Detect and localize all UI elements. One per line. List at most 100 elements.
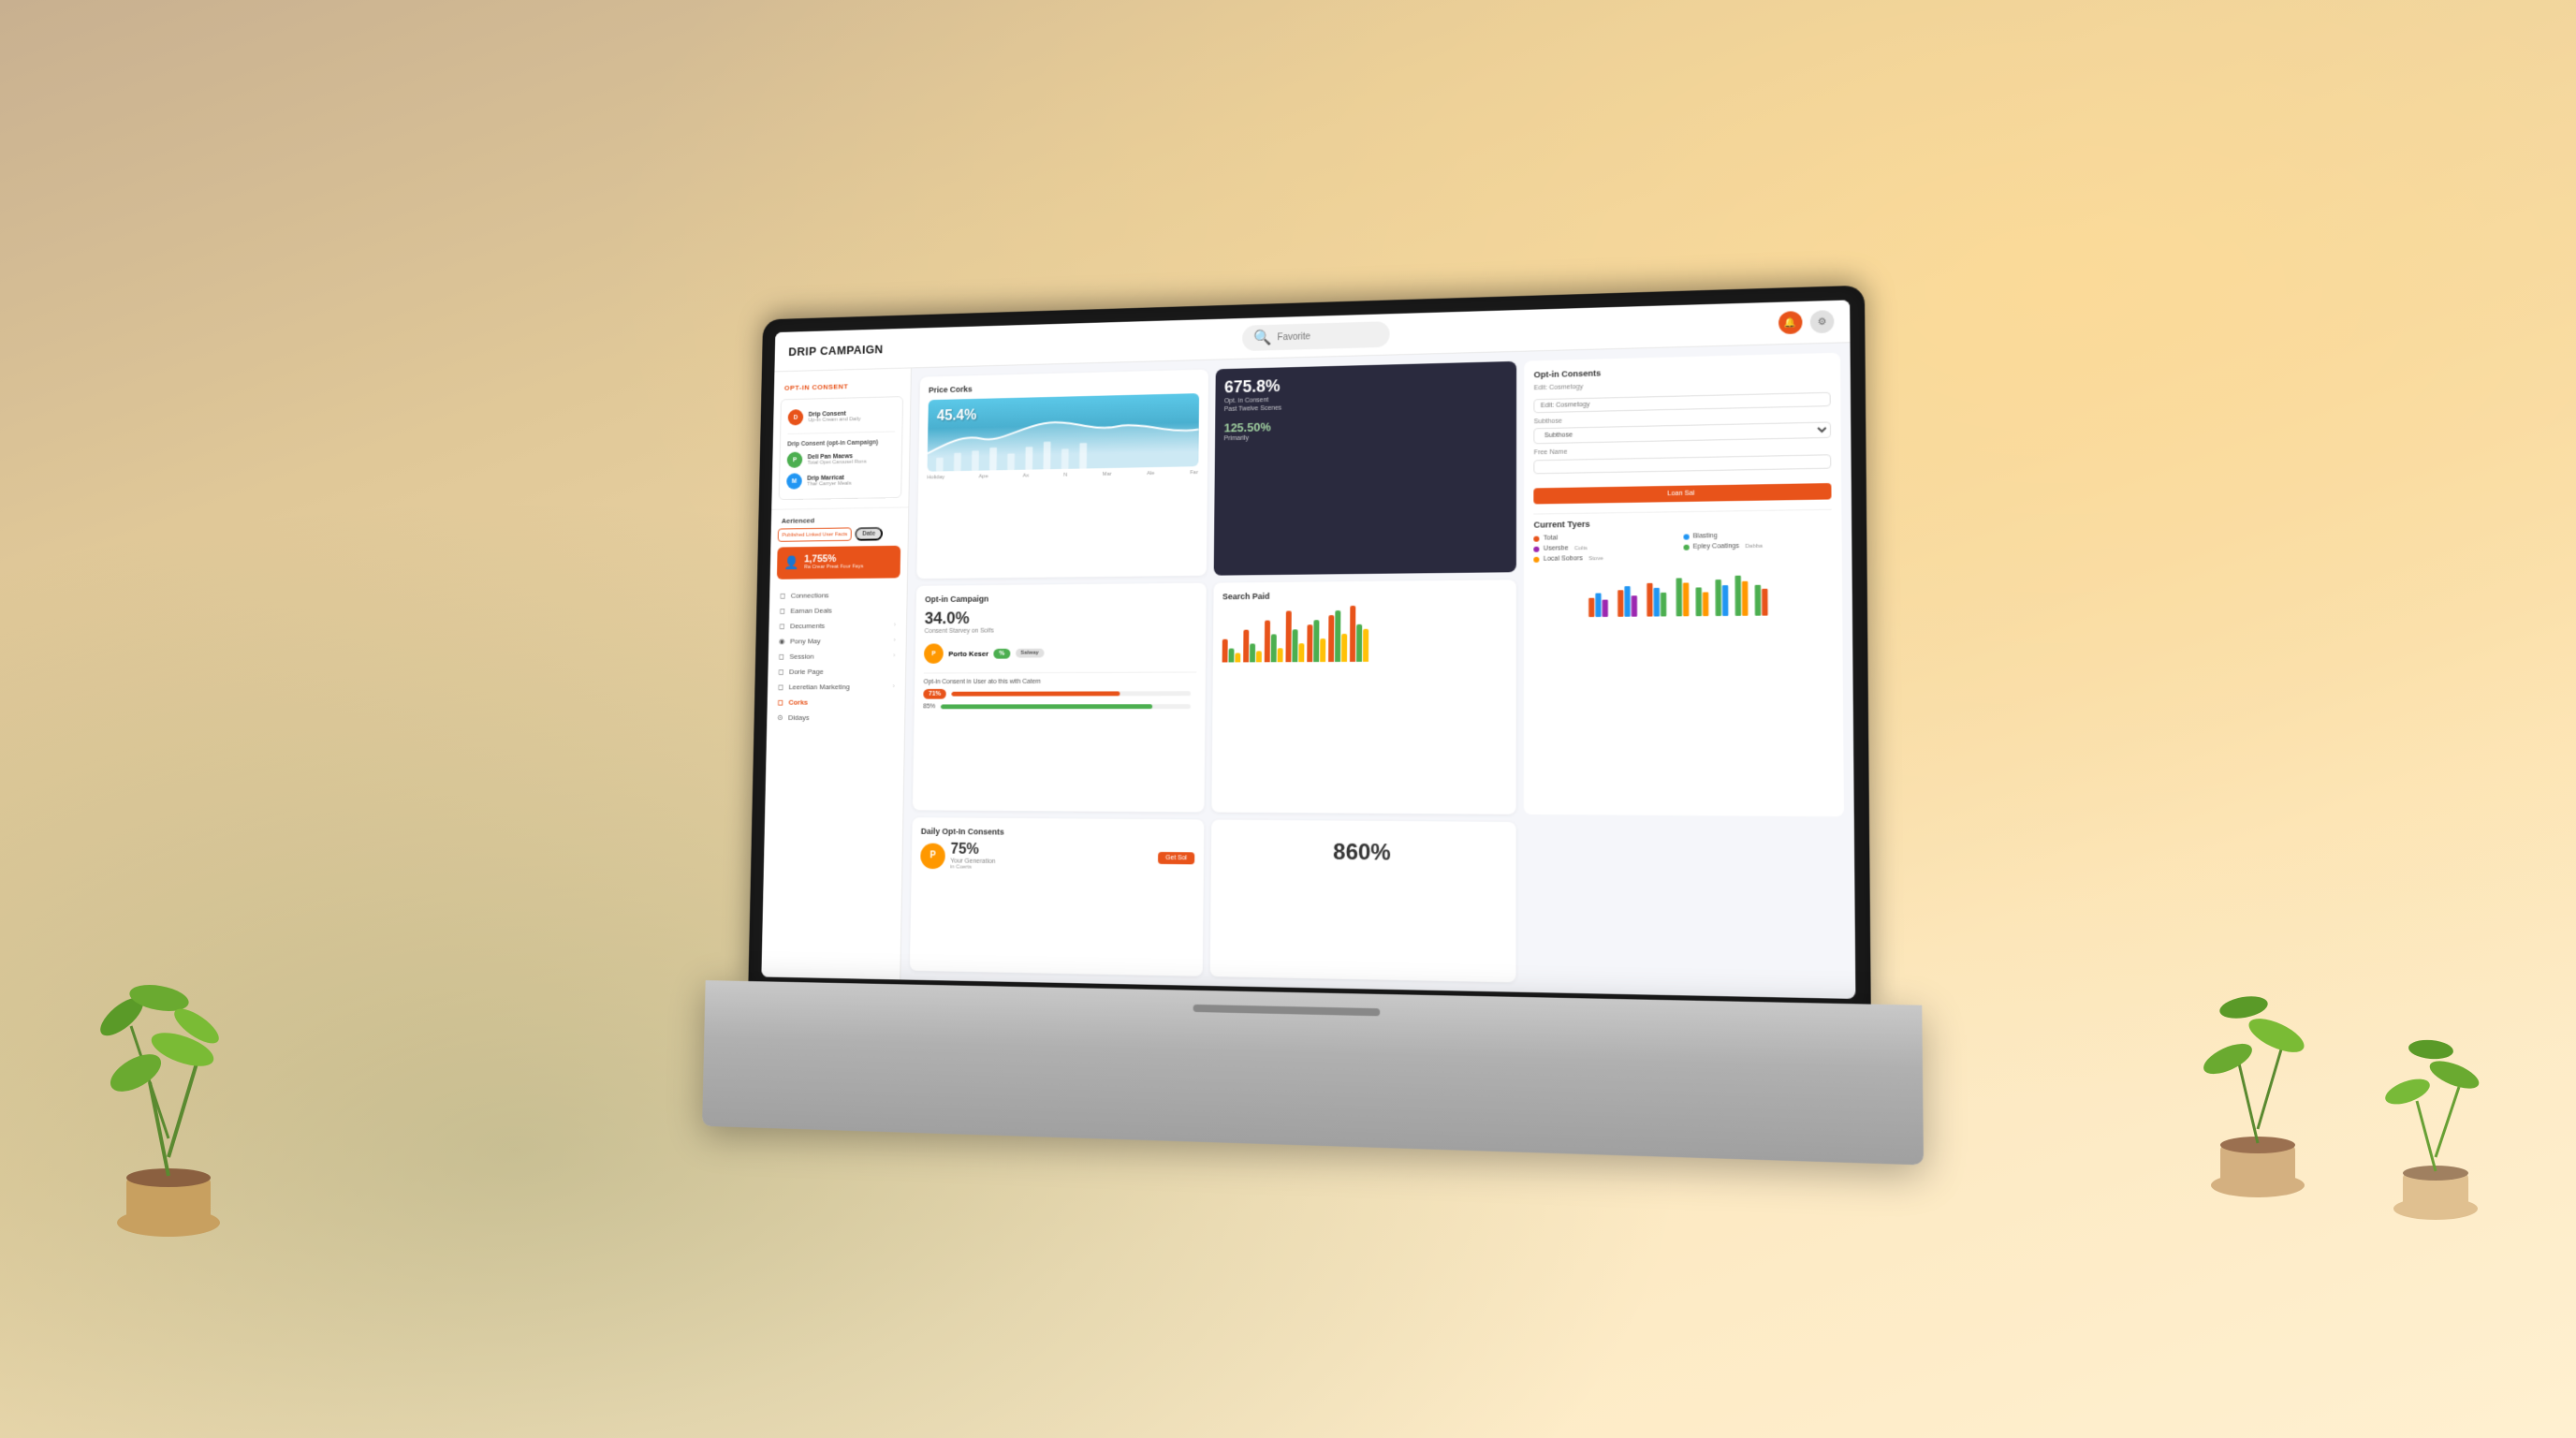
legend-usersbe: Usersbe Colts <box>1534 544 1679 552</box>
bar-g-3 <box>1270 635 1276 663</box>
progress-row-1: 71% <box>923 688 1195 698</box>
bar-o-4 <box>1285 611 1291 663</box>
nav-icon-page: ◻ <box>778 668 783 676</box>
nav-label-session: Session <box>789 653 813 661</box>
settings-icon[interactable]: ⚙ <box>1810 310 1835 333</box>
stat-label: Ra Crear Preat Four Fays <box>804 564 864 571</box>
user-avatar-3: M <box>786 473 802 489</box>
campaign-consent-label: Opt-in Consent in User ato this with Cat… <box>924 679 1196 686</box>
x-label-6: Ale <box>1147 471 1154 477</box>
legend-dot-usersbe <box>1534 546 1540 551</box>
bar-g-5 <box>1313 620 1319 662</box>
price-corks-card: Price Corks 45.4% <box>916 370 1208 580</box>
nav-icon-session: ◻ <box>779 653 784 661</box>
loan-button[interactable]: Loan Sal <box>1534 483 1832 504</box>
legend-dot-total <box>1534 536 1540 541</box>
nav-connections[interactable]: ◻ Connections <box>769 587 907 604</box>
bar-y-3 <box>1277 648 1282 662</box>
bar-group-3 <box>1264 621 1282 663</box>
daily-percent: 75% <box>950 842 995 858</box>
daily-optin-card: Daily Opt-In Consents P 75% Your Generat… <box>910 817 1204 976</box>
stat-card: 👤 1,755% Ra Crear Preat Four Fays <box>777 546 900 580</box>
legend-label-blasting: Blasting <box>1693 533 1718 539</box>
daily-title: Daily Opt-In Consents <box>921 827 1194 838</box>
arrow-marketing: › <box>892 683 894 690</box>
laptop: DRIP CAMPAIGN 🔍 🔔 ⚙ Opt-in Consent <box>702 284 1924 1165</box>
progress-bar-1 <box>951 689 1190 697</box>
laptop-screen-outer: DRIP CAMPAIGN 🔍 🔔 ⚙ Opt-in Consent <box>748 286 1871 1015</box>
search-paid-card: Search Paid <box>1211 580 1516 814</box>
opt-in-consents-panel: Opt-in Consents Edit: Cosmetogy Subthose… <box>1524 353 1844 817</box>
legend-dot-blasting <box>1683 534 1689 539</box>
nav-deals[interactable]: ◻ Earnan Deals <box>769 602 907 619</box>
notification-icon[interactable]: 🔔 <box>1778 311 1802 334</box>
x-label-4: N <box>1063 473 1067 478</box>
plant-left <box>75 970 262 1251</box>
header-icons: 🔔 ⚙ <box>1778 310 1834 334</box>
legend-sub-local: Stove <box>1588 555 1603 561</box>
opt-in-input-1[interactable] <box>1534 392 1831 413</box>
bar-o-6 <box>1328 615 1334 662</box>
tyers-chart <box>1534 566 1833 617</box>
user-item-2: P Deli Pan Maews Total Opet Carousel Ron… <box>787 448 895 471</box>
price-corks-title: Price Corks <box>929 379 1199 395</box>
bar-y-5 <box>1320 638 1325 662</box>
nav-icon-connections: ◻ <box>780 592 785 600</box>
nav-documents[interactable]: ◻ Decuments › <box>768 617 906 633</box>
nav-label-marketing: Leeretian Marketing <box>789 682 850 691</box>
nav-page[interactable]: ◻ Dorie Page <box>768 664 905 680</box>
nav-marketing[interactable]: ◻ Leeretian Marketing › <box>768 679 905 695</box>
x-label-3: Ax <box>1022 473 1029 478</box>
bar-g-7 <box>1356 624 1362 662</box>
nav-icon-marketing: ◻ <box>778 682 783 691</box>
campaign-badge: % <box>994 649 1010 659</box>
opt-in-select[interactable]: Subthose <box>1534 421 1831 444</box>
bar-g-1 <box>1228 649 1234 663</box>
bar-g-6 <box>1335 610 1340 662</box>
nav-label-documents: Decuments <box>790 622 825 630</box>
daily-avatar: P <box>920 843 945 869</box>
sidebar-users-card: D Drip Consent Up-In Cream and Daily Dri… <box>779 396 903 500</box>
legend-blasting: Blasting <box>1683 531 1832 539</box>
chart-percentage: 45.4% <box>937 408 977 425</box>
nav-icon-pony: ◉ <box>779 638 785 646</box>
tab-date[interactable]: Date <box>856 527 883 541</box>
dark-stats-card: 675.8% Opt. in Consent Past Twelve Scene… <box>1213 361 1516 576</box>
campaign-user-avatar: P <box>924 644 944 664</box>
tab-published[interactable]: Published Linked User Facts <box>778 527 852 541</box>
stat-row: 👤 1,755% Ra Crear Preat Four Fays <box>783 553 893 572</box>
current-tyers-title: Current Tyers <box>1534 516 1832 530</box>
nav-didays[interactable]: ⊙ Didays <box>767 710 904 725</box>
nav-corks[interactable]: ◻ Corks <box>768 695 905 711</box>
search-bar[interactable]: 🔍 <box>1242 321 1390 351</box>
bar-group-4 <box>1285 611 1304 663</box>
legend-total: Total <box>1534 534 1679 542</box>
stat-value: 1,755% <box>804 553 864 565</box>
opt-in-input-3[interactable] <box>1534 454 1832 474</box>
search-bar-chart <box>1222 605 1507 663</box>
person-icon: 👤 <box>783 555 798 570</box>
main-layout: Opt-in Consent D Drip Consent Up-In Crea… <box>761 343 1855 999</box>
nav-pony[interactable]: ◉ Pony May › <box>768 633 906 649</box>
nav-label-corks: Corks <box>788 698 808 707</box>
user-avatar-1: D <box>788 409 804 425</box>
main-content: Price Corks 45.4% <box>900 343 1855 999</box>
legend-epley: Epley Coatings Dabba <box>1683 542 1832 550</box>
dashboard: DRIP CAMPAIGN 🔍 🔔 ⚙ Opt-in Consent <box>761 300 1855 999</box>
generation-percent: 860% <box>1220 829 1506 878</box>
bar-y-2 <box>1256 652 1262 663</box>
loan-btn-wrapper: Loan Sal <box>1534 480 1832 505</box>
search-input[interactable] <box>1278 330 1380 343</box>
campaign-sublabel: Consent Starvey on Solfs <box>925 626 1197 635</box>
tyers-chart-svg <box>1534 566 1833 617</box>
bar-o-7 <box>1350 606 1355 662</box>
progress-bar-2 <box>941 702 1191 711</box>
progress-label-2: 85% <box>923 704 935 711</box>
bar-group-7 <box>1350 606 1368 662</box>
nav-icon-didays: ⊙ <box>777 713 783 722</box>
nav-session[interactable]: ◻ Session › <box>768 648 906 664</box>
bar-group-2 <box>1243 630 1262 663</box>
bar-group-6 <box>1328 610 1347 662</box>
daily-get-sol-button[interactable]: Get Sol <box>1158 852 1194 864</box>
search-icon: 🔍 <box>1253 329 1272 347</box>
